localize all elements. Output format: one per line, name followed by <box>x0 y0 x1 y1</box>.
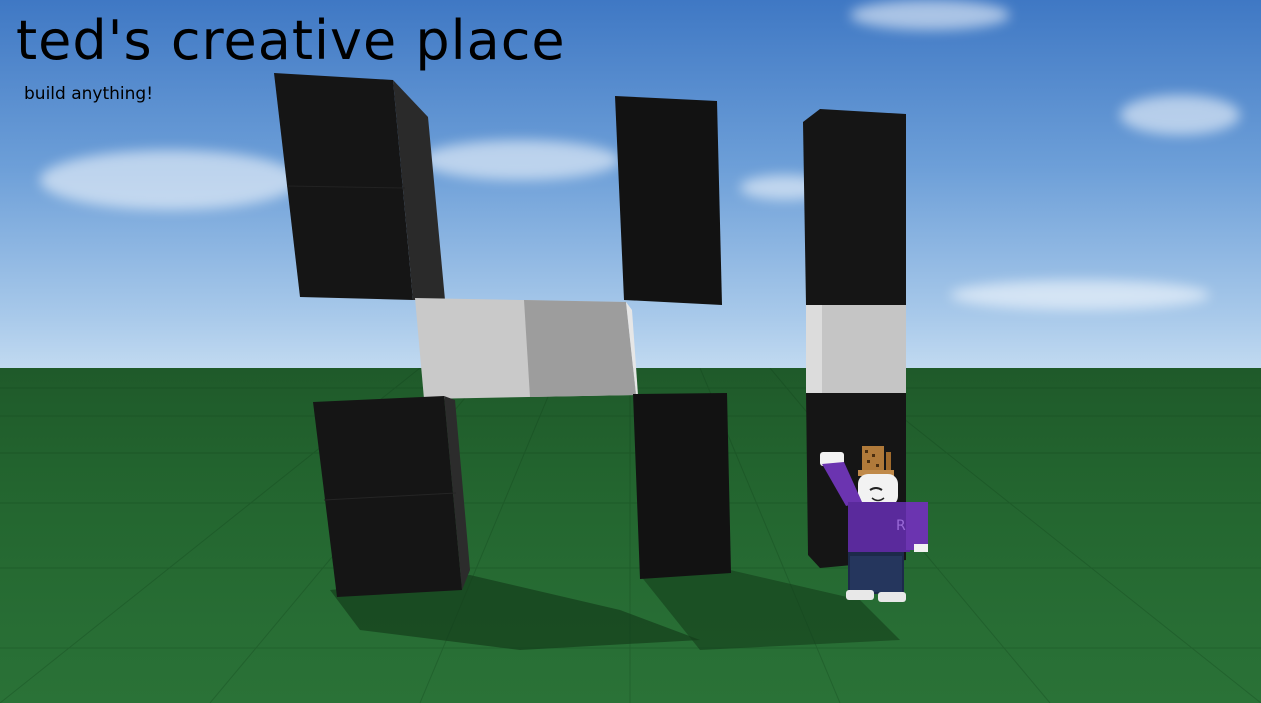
game-viewport[interactable]: RO ted's creative place build anything! <box>0 0 1261 703</box>
brick-structure[interactable] <box>0 0 1261 703</box>
brick-right-white-band[interactable] <box>806 305 906 393</box>
brick-left-bottom[interactable] <box>313 396 470 597</box>
player-avatar[interactable]: RO <box>810 440 940 610</box>
brick-left-top[interactable] <box>274 73 445 300</box>
brick-white-bar[interactable] <box>415 298 638 399</box>
game-subtitle: build anything! <box>24 84 154 104</box>
avatar-legs <box>846 552 906 602</box>
brick-middle-top[interactable] <box>615 96 722 305</box>
chair-hat-icon <box>858 446 894 476</box>
avatar-head <box>858 474 898 506</box>
avatar-torso: RO <box>848 502 928 552</box>
game-title: ted's creative place <box>16 9 566 72</box>
brick-middle-bottom[interactable] <box>633 393 731 579</box>
avatar-raised-arm <box>820 452 862 506</box>
